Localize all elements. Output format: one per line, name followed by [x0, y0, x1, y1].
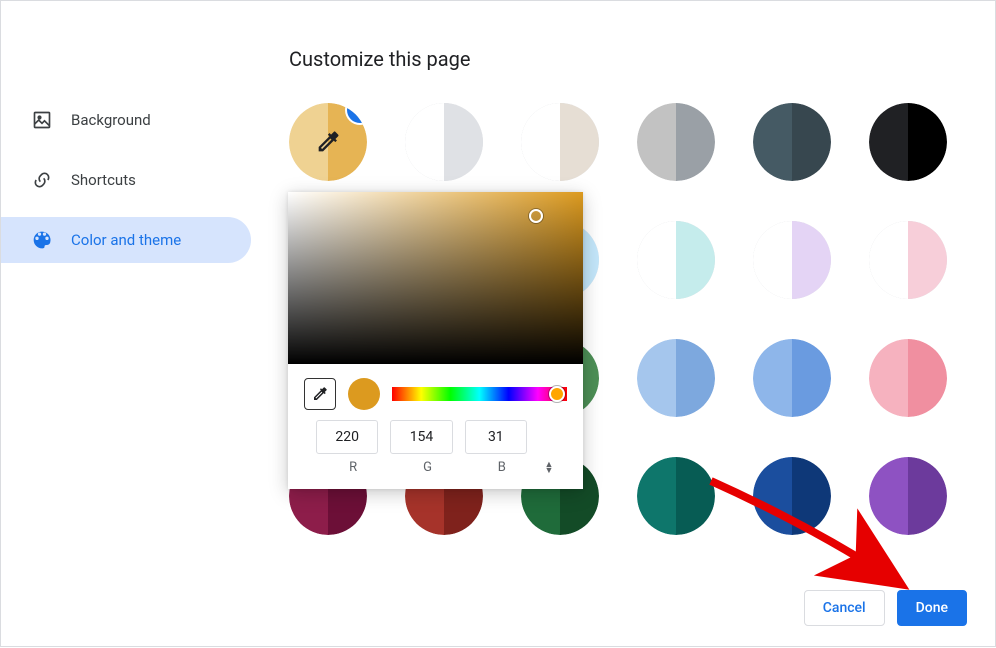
color-swatch[interactable]: [753, 103, 831, 181]
g-input[interactable]: 154: [390, 420, 452, 454]
hue-selector-dot[interactable]: [549, 386, 565, 402]
color-swatch[interactable]: [405, 103, 483, 181]
color-swatch[interactable]: [869, 221, 947, 299]
color-swatch[interactable]: [753, 457, 831, 535]
hue-slider[interactable]: [392, 387, 567, 401]
sidebar-item-shortcuts[interactable]: Shortcuts: [1, 157, 251, 203]
color-swatch[interactable]: [869, 457, 947, 535]
g-label: G: [390, 460, 464, 475]
done-button[interactable]: Done: [897, 590, 967, 626]
dialog-footer: Cancel Done: [804, 590, 967, 626]
link-icon: [31, 169, 53, 191]
b-label: B: [465, 460, 539, 475]
sidebar-item-label: Background: [71, 111, 151, 129]
color-swatch[interactable]: [869, 103, 947, 181]
color-swatch[interactable]: [637, 339, 715, 417]
color-swatch[interactable]: [753, 221, 831, 299]
sv-selector-dot[interactable]: [529, 209, 543, 223]
sidebar-item-label: Shortcuts: [71, 171, 136, 189]
r-input[interactable]: 220: [316, 420, 378, 454]
image-icon: [31, 109, 53, 131]
cancel-button[interactable]: Cancel: [804, 590, 885, 626]
sidebar: Background Shortcuts Color and theme: [1, 97, 251, 277]
sidebar-item-color-theme[interactable]: Color and theme: [1, 217, 251, 263]
sidebar-item-background[interactable]: Background: [1, 97, 251, 143]
sidebar-item-label: Color and theme: [71, 231, 181, 249]
color-swatch[interactable]: [521, 103, 599, 181]
eyedropper-button[interactable]: [304, 378, 336, 410]
format-switcher[interactable]: ▲▼: [539, 462, 559, 474]
color-swatch[interactable]: [869, 339, 947, 417]
color-preview-dot: [348, 378, 380, 410]
color-swatch[interactable]: [637, 457, 715, 535]
color-swatch-custom[interactable]: [289, 103, 367, 181]
b-input[interactable]: 31: [465, 420, 527, 454]
dialog-title: Customize this page: [289, 47, 471, 71]
color-swatch[interactable]: [753, 339, 831, 417]
color-swatch[interactable]: [637, 103, 715, 181]
color-swatch[interactable]: [637, 221, 715, 299]
eyedropper-icon: [311, 385, 329, 403]
r-label: R: [316, 460, 390, 475]
saturation-value-area[interactable]: [288, 192, 583, 364]
palette-icon: [31, 229, 53, 251]
color-picker-popup: 220 154 31 R G B ▲▼: [288, 192, 583, 489]
